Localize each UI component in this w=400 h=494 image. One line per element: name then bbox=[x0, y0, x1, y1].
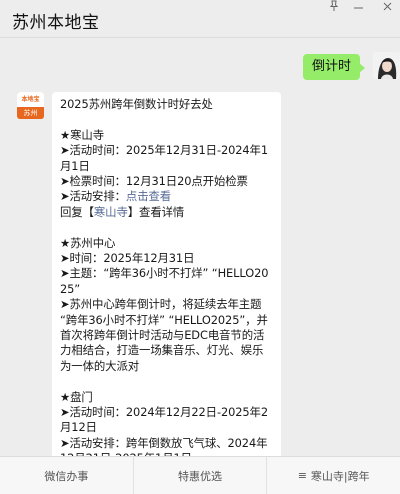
official-account-avatar[interactable]: 本地宝 苏州 bbox=[17, 92, 44, 119]
menu-item-hanshan-newyear[interactable]: ≡ 寒山寺|跨年 bbox=[266, 457, 400, 494]
submenu-icon: ≡ bbox=[297, 469, 307, 482]
section-line: ➤检票时间：12月31日20点开始检票 bbox=[60, 174, 248, 189]
minimize-icon[interactable] bbox=[353, 2, 364, 10]
menu-item-special-offers[interactable]: 特惠优选 bbox=[132, 457, 267, 494]
section-line: ➤活动安排：点击查看 bbox=[60, 189, 273, 204]
menu-item-label: 特惠优选 bbox=[178, 469, 222, 483]
incoming-message[interactable]: 2025苏州跨年倒数计时好去处 ★寒山寺 ➤活动时间：2025年12月31日-2… bbox=[52, 92, 281, 470]
section-heading: ★苏州中心 bbox=[60, 235, 116, 250]
bottom-menu: 微信办事 特惠优选 ≡ 寒山寺|跨年 bbox=[0, 456, 400, 494]
section-heading: ★盘门 bbox=[60, 389, 93, 404]
message-title: 2025苏州跨年倒数计时好去处 bbox=[60, 97, 213, 111]
reply-hint: 回复【寒山寺】查看详情 bbox=[60, 205, 273, 220]
reply-prefix: 回复【 bbox=[60, 204, 94, 219]
menu-item-label: 寒山寺|跨年 bbox=[310, 469, 370, 483]
section-line: ➤活动时间：2024年12月22日-2025年2月12日 bbox=[60, 405, 268, 435]
chat-header: 苏州本地宝 bbox=[0, 0, 400, 38]
view-details-link[interactable]: 点击查看 bbox=[126, 189, 171, 203]
avatar-city-text: 苏州 bbox=[17, 107, 44, 119]
section-heading: ★寒山寺 bbox=[60, 127, 104, 142]
section-line: ➤主题：“跨年36小时不打烊” “HELLO2025” bbox=[60, 266, 269, 296]
section-line: ➤苏州中心跨年倒计时，将延续去年主题 “跨年36小时不打烊” “HELLO202… bbox=[60, 297, 268, 373]
section-line: ➤时间：2025年12月31日 bbox=[60, 251, 195, 266]
section-line: ➤活动时间：2025年12月31日-2024年1月1日 bbox=[60, 143, 268, 173]
reply-suffix: 】查看详情 bbox=[127, 204, 185, 219]
close-icon[interactable] bbox=[382, 1, 393, 12]
outgoing-message[interactable]: 倒计时 bbox=[302, 54, 366, 80]
pin-icon[interactable] bbox=[328, 0, 340, 12]
keyword-link[interactable]: 寒山寺 bbox=[94, 205, 128, 219]
chat-title: 苏州本地宝 bbox=[12, 13, 100, 33]
user-avatar-image bbox=[373, 52, 400, 79]
user-avatar[interactable] bbox=[373, 52, 400, 79]
arrangement-label: ➤活动安排： bbox=[60, 189, 126, 204]
avatar-logo-text: 本地宝 bbox=[17, 92, 44, 107]
menu-item-wechat-services[interactable]: 微信办事 bbox=[0, 457, 133, 494]
header-divider bbox=[0, 37, 400, 38]
menu-item-label: 微信办事 bbox=[44, 469, 89, 483]
